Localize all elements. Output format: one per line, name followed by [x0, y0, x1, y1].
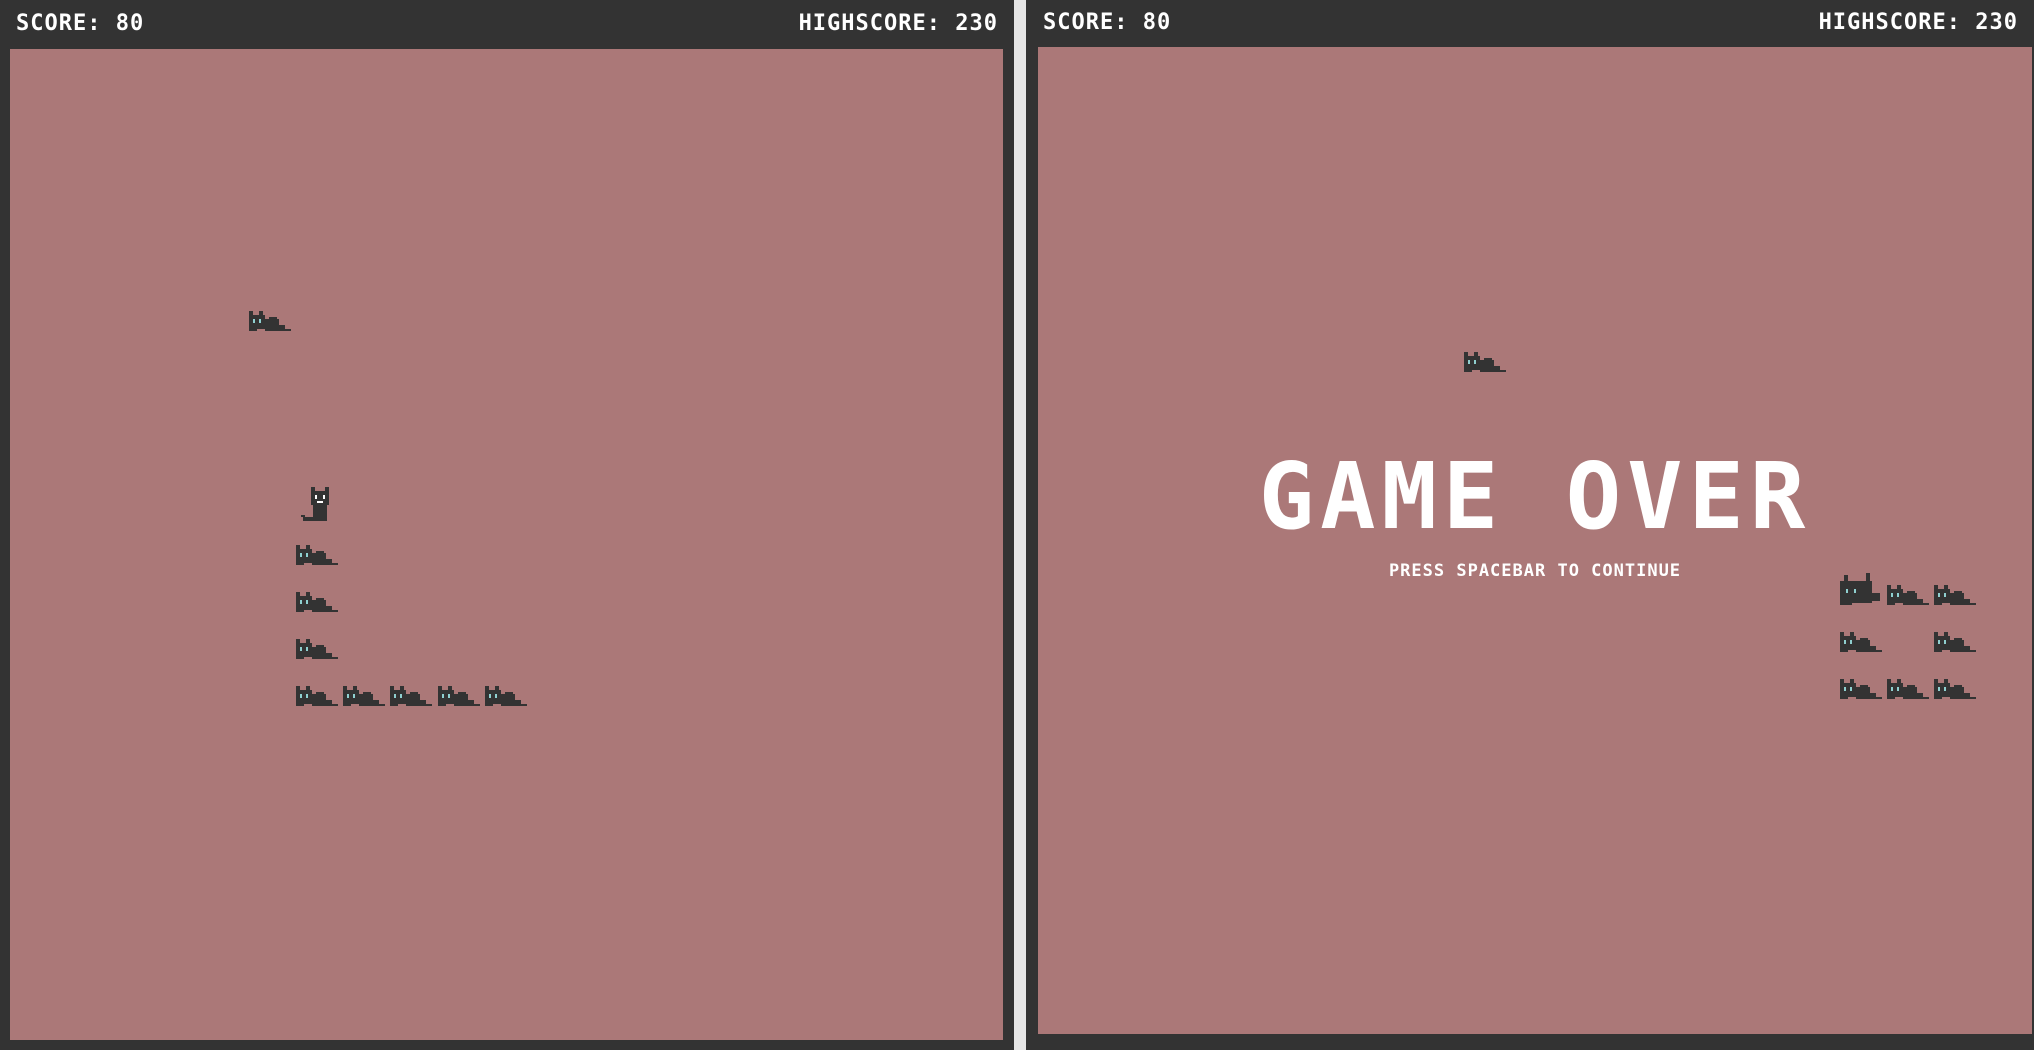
snake-segment-cat-icon [294, 586, 340, 618]
snake-segment-cat-icon [436, 680, 482, 712]
score-label: SCORE: 80 [16, 11, 145, 36]
score-label: SCORE: 80 [1043, 10, 1172, 35]
snake-segment-cat-icon [1932, 579, 1978, 611]
snake-segment-cat-icon [1838, 626, 1884, 658]
play-field[interactable] [10, 49, 1003, 1040]
snake-head-cat-icon [1838, 573, 1884, 611]
hud-bar: SCORE: 80 HIGHSCORE: 230 [0, 0, 1014, 48]
snake-segment-cat-icon [341, 680, 387, 712]
snake-segment-cat-icon [294, 633, 340, 665]
snake-segment-cat-icon [1932, 626, 1978, 658]
food-cat-icon [247, 305, 293, 337]
snake-head-cat-icon [299, 485, 339, 525]
snake-segment-cat-icon [388, 680, 434, 712]
game-screen-game-over: SCORE: 80 HIGHSCORE: 230 GAME OVER PRESS… [1026, 0, 2034, 1050]
snake-segment-cat-icon [483, 680, 529, 712]
snake-segment-cat-icon [1885, 579, 1931, 611]
snake-segment-cat-icon [1838, 673, 1884, 705]
play-field[interactable]: GAME OVER PRESS SPACEBAR TO CONTINUE [1038, 47, 2032, 1034]
highscore-label: HIGHSCORE: 230 [1818, 10, 2018, 35]
highscore-label: HIGHSCORE: 230 [798, 11, 998, 36]
game-over-title: GAME OVER [1258, 443, 1812, 550]
snake-segment-cat-icon [1885, 673, 1931, 705]
game-screen-playing: SCORE: 80 HIGHSCORE: 230 [0, 0, 1014, 1050]
snake-segment-cat-icon [294, 539, 340, 571]
hud-bar: SCORE: 80 HIGHSCORE: 230 [1026, 0, 2034, 48]
snake-segment-cat-icon [1932, 673, 1978, 705]
snake-segment-cat-icon [294, 680, 340, 712]
food-cat-icon [1462, 346, 1508, 378]
